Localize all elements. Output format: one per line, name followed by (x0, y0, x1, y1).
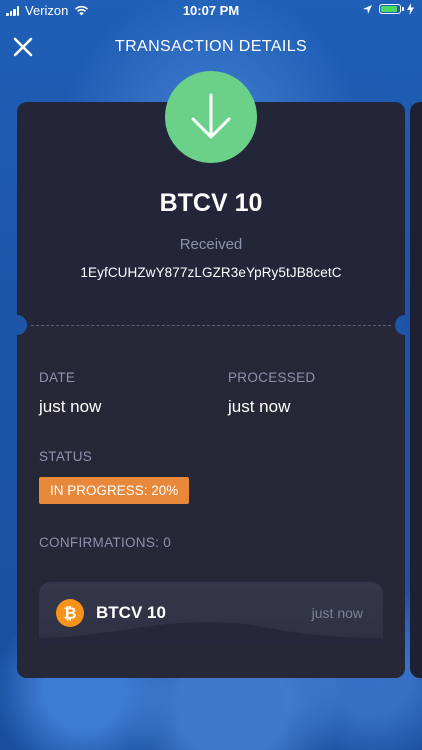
status-right (362, 3, 414, 15)
arrow-down-icon (165, 71, 257, 163)
battery-icon (379, 4, 404, 14)
next-card-peek[interactable] (410, 102, 422, 678)
svg-text:₿: ₿ (63, 604, 76, 623)
status-time: 10:07 PM (182, 3, 240, 18)
date-label: DATE (39, 370, 76, 385)
transaction-direction: Received (179, 236, 243, 253)
location-icon (363, 4, 372, 14)
confirmations-label: CONFIRMATIONS: 0 (39, 535, 172, 550)
bitcoin-icon: ₿ (56, 599, 84, 627)
ticket-divider (31, 325, 391, 326)
charging-icon (407, 3, 414, 15)
transaction-item-name: BTCV 10 (96, 603, 166, 622)
status-bar: Verizon 10:07 PM (0, 0, 422, 22)
status-label: STATUS (39, 449, 93, 464)
page-title: TRANSACTION DETAILS (114, 38, 308, 55)
transaction-item-time: just now (311, 605, 363, 621)
processed-value: just now (228, 397, 291, 416)
transaction-address[interactable]: 1EyfCUHZwY877zLGZR3eYpRy5tJB8cetC (17, 265, 405, 280)
transaction-amount: BTCV 10 (159, 189, 263, 217)
processed-label: PROCESSED (228, 370, 316, 385)
transaction-list-item[interactable]: ₿ BTCV 10 just now (39, 582, 383, 646)
status-badge: IN PROGRESS: 20% (39, 477, 190, 504)
date-value: just now (39, 397, 102, 416)
top-bar: TRANSACTION DETAILS (0, 30, 422, 64)
